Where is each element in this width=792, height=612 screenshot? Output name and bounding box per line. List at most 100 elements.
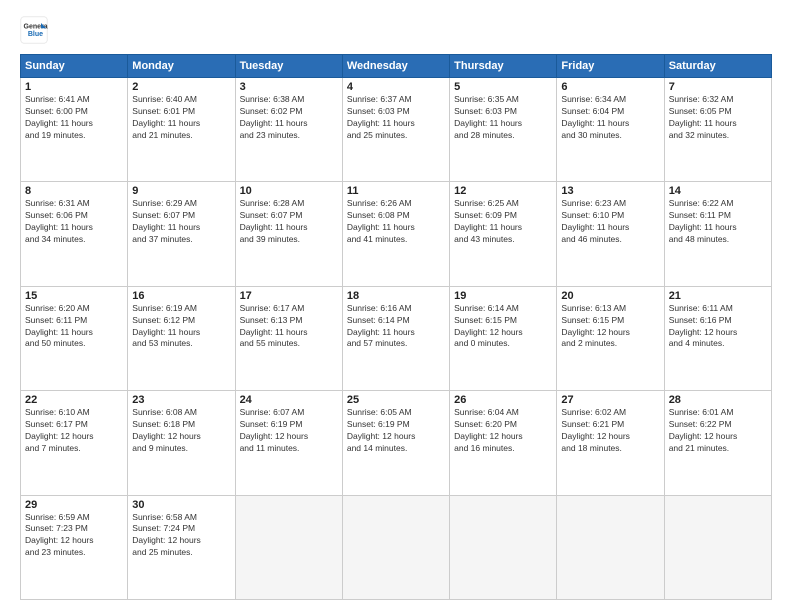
day-info: Sunrise: 6:05 AM Sunset: 6:19 PM Dayligh… [347,407,445,455]
calendar-day-cell [664,495,771,599]
calendar-day-cell: 16Sunrise: 6:19 AM Sunset: 6:12 PM Dayli… [128,286,235,390]
day-number: 4 [347,81,445,93]
calendar-header-monday: Monday [128,55,235,78]
day-info: Sunrise: 6:26 AM Sunset: 6:08 PM Dayligh… [347,198,445,246]
calendar-day-cell: 10Sunrise: 6:28 AM Sunset: 6:07 PM Dayli… [235,182,342,286]
day-number: 21 [669,290,767,302]
day-info: Sunrise: 6:14 AM Sunset: 6:15 PM Dayligh… [454,303,552,351]
day-number: 15 [25,290,123,302]
day-number: 28 [669,394,767,406]
calendar-header-thursday: Thursday [450,55,557,78]
calendar-day-cell: 29Sunrise: 6:59 AM Sunset: 7:23 PM Dayli… [21,495,128,599]
day-info: Sunrise: 6:07 AM Sunset: 6:19 PM Dayligh… [240,407,338,455]
day-number: 6 [561,81,659,93]
day-number: 13 [561,185,659,197]
day-info: Sunrise: 6:01 AM Sunset: 6:22 PM Dayligh… [669,407,767,455]
calendar-week-row: 8Sunrise: 6:31 AM Sunset: 6:06 PM Daylig… [21,182,772,286]
day-info: Sunrise: 6:16 AM Sunset: 6:14 PM Dayligh… [347,303,445,351]
day-number: 23 [132,394,230,406]
day-info: Sunrise: 6:28 AM Sunset: 6:07 PM Dayligh… [240,198,338,246]
calendar-day-cell: 3Sunrise: 6:38 AM Sunset: 6:02 PM Daylig… [235,78,342,182]
day-info: Sunrise: 6:10 AM Sunset: 6:17 PM Dayligh… [25,407,123,455]
calendar-day-cell: 14Sunrise: 6:22 AM Sunset: 6:11 PM Dayli… [664,182,771,286]
calendar-header-friday: Friday [557,55,664,78]
calendar-header-wednesday: Wednesday [342,55,449,78]
calendar: SundayMondayTuesdayWednesdayThursdayFrid… [20,54,772,600]
calendar-day-cell: 6Sunrise: 6:34 AM Sunset: 6:04 PM Daylig… [557,78,664,182]
calendar-day-cell: 24Sunrise: 6:07 AM Sunset: 6:19 PM Dayli… [235,391,342,495]
calendar-day-cell [342,495,449,599]
day-info: Sunrise: 6:08 AM Sunset: 6:18 PM Dayligh… [132,407,230,455]
day-info: Sunrise: 6:41 AM Sunset: 6:00 PM Dayligh… [25,94,123,142]
calendar-day-cell: 22Sunrise: 6:10 AM Sunset: 6:17 PM Dayli… [21,391,128,495]
day-number: 16 [132,290,230,302]
calendar-day-cell: 15Sunrise: 6:20 AM Sunset: 6:11 PM Dayli… [21,286,128,390]
day-info: Sunrise: 6:31 AM Sunset: 6:06 PM Dayligh… [25,198,123,246]
day-number: 3 [240,81,338,93]
calendar-day-cell: 26Sunrise: 6:04 AM Sunset: 6:20 PM Dayli… [450,391,557,495]
day-info: Sunrise: 6:58 AM Sunset: 7:24 PM Dayligh… [132,512,230,560]
calendar-day-cell: 9Sunrise: 6:29 AM Sunset: 6:07 PM Daylig… [128,182,235,286]
day-number: 22 [25,394,123,406]
day-number: 26 [454,394,552,406]
calendar-week-row: 29Sunrise: 6:59 AM Sunset: 7:23 PM Dayli… [21,495,772,599]
calendar-day-cell: 2Sunrise: 6:40 AM Sunset: 6:01 PM Daylig… [128,78,235,182]
day-info: Sunrise: 6:59 AM Sunset: 7:23 PM Dayligh… [25,512,123,560]
calendar-day-cell: 8Sunrise: 6:31 AM Sunset: 6:06 PM Daylig… [21,182,128,286]
calendar-header-sunday: Sunday [21,55,128,78]
header: General Blue [20,16,772,44]
calendar-day-cell: 19Sunrise: 6:14 AM Sunset: 6:15 PM Dayli… [450,286,557,390]
calendar-day-cell: 25Sunrise: 6:05 AM Sunset: 6:19 PM Dayli… [342,391,449,495]
day-number: 1 [25,81,123,93]
calendar-day-cell: 7Sunrise: 6:32 AM Sunset: 6:05 PM Daylig… [664,78,771,182]
day-number: 30 [132,499,230,511]
day-info: Sunrise: 6:35 AM Sunset: 6:03 PM Dayligh… [454,94,552,142]
day-number: 12 [454,185,552,197]
calendar-header-tuesday: Tuesday [235,55,342,78]
day-number: 2 [132,81,230,93]
day-info: Sunrise: 6:19 AM Sunset: 6:12 PM Dayligh… [132,303,230,351]
calendar-day-cell: 4Sunrise: 6:37 AM Sunset: 6:03 PM Daylig… [342,78,449,182]
calendar-header-saturday: Saturday [664,55,771,78]
day-number: 20 [561,290,659,302]
day-number: 9 [132,185,230,197]
day-number: 10 [240,185,338,197]
day-info: Sunrise: 6:40 AM Sunset: 6:01 PM Dayligh… [132,94,230,142]
day-info: Sunrise: 6:34 AM Sunset: 6:04 PM Dayligh… [561,94,659,142]
day-number: 29 [25,499,123,511]
day-number: 5 [454,81,552,93]
day-info: Sunrise: 6:13 AM Sunset: 6:15 PM Dayligh… [561,303,659,351]
calendar-day-cell [557,495,664,599]
calendar-week-row: 22Sunrise: 6:10 AM Sunset: 6:17 PM Dayli… [21,391,772,495]
day-number: 18 [347,290,445,302]
day-info: Sunrise: 6:23 AM Sunset: 6:10 PM Dayligh… [561,198,659,246]
calendar-day-cell: 30Sunrise: 6:58 AM Sunset: 7:24 PM Dayli… [128,495,235,599]
calendar-day-cell: 18Sunrise: 6:16 AM Sunset: 6:14 PM Dayli… [342,286,449,390]
day-info: Sunrise: 6:37 AM Sunset: 6:03 PM Dayligh… [347,94,445,142]
page: General Blue SundayMondayTuesdayWednesda… [0,0,792,612]
day-number: 7 [669,81,767,93]
day-info: Sunrise: 6:17 AM Sunset: 6:13 PM Dayligh… [240,303,338,351]
logo-icon: General Blue [20,16,48,44]
calendar-week-row: 1Sunrise: 6:41 AM Sunset: 6:00 PM Daylig… [21,78,772,182]
day-number: 17 [240,290,338,302]
calendar-day-cell [235,495,342,599]
day-info: Sunrise: 6:20 AM Sunset: 6:11 PM Dayligh… [25,303,123,351]
calendar-week-row: 15Sunrise: 6:20 AM Sunset: 6:11 PM Dayli… [21,286,772,390]
svg-text:Blue: Blue [28,31,43,38]
day-info: Sunrise: 6:38 AM Sunset: 6:02 PM Dayligh… [240,94,338,142]
day-number: 27 [561,394,659,406]
day-number: 8 [25,185,123,197]
calendar-day-cell: 23Sunrise: 6:08 AM Sunset: 6:18 PM Dayli… [128,391,235,495]
day-info: Sunrise: 6:32 AM Sunset: 6:05 PM Dayligh… [669,94,767,142]
calendar-day-cell: 1Sunrise: 6:41 AM Sunset: 6:00 PM Daylig… [21,78,128,182]
calendar-day-cell: 12Sunrise: 6:25 AM Sunset: 6:09 PM Dayli… [450,182,557,286]
day-info: Sunrise: 6:25 AM Sunset: 6:09 PM Dayligh… [454,198,552,246]
day-number: 11 [347,185,445,197]
logo: General Blue [20,16,52,44]
calendar-day-cell [450,495,557,599]
calendar-day-cell: 13Sunrise: 6:23 AM Sunset: 6:10 PM Dayli… [557,182,664,286]
day-number: 19 [454,290,552,302]
calendar-day-cell: 21Sunrise: 6:11 AM Sunset: 6:16 PM Dayli… [664,286,771,390]
day-number: 14 [669,185,767,197]
